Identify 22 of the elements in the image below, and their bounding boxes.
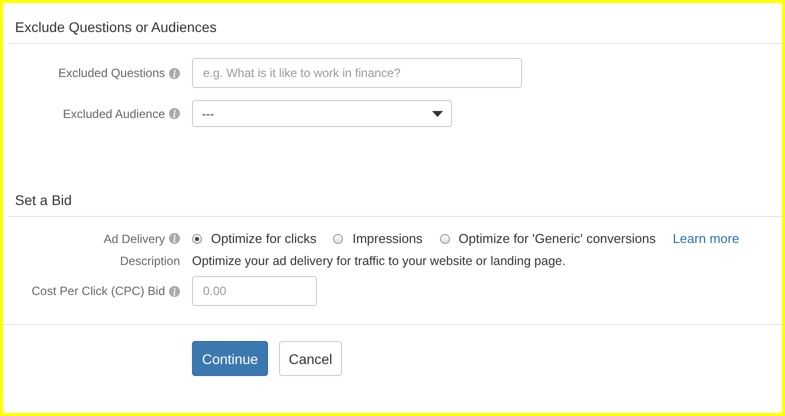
field-label: Description [120, 254, 180, 268]
info-icon [169, 286, 180, 296]
field-label: Excluded Audience [62, 106, 165, 120]
field-label: Ad Delivery [104, 232, 165, 246]
continue-button[interactable]: Continue [192, 341, 268, 376]
info-icon [169, 233, 180, 244]
dropdown[interactable]: --- [192, 100, 452, 127]
section-title: Exclude Questions or Audiences [15, 19, 218, 35]
description-text: Optimize your ad delivery for traffic to your website or landing page. [192, 254, 566, 268]
caret-icon [432, 110, 443, 116]
learn-more-link[interactable]: Learn more [672, 231, 740, 246]
section-title: Set a Bid [15, 192, 73, 208]
field-label: Excluded Questions [58, 66, 165, 80]
field-label: Cost Per Click (CPC) Bid [32, 284, 165, 298]
info-icon [169, 68, 180, 78]
radio-option[interactable]: Optimize for clicks [192, 231, 316, 246]
text-input[interactable]: e.g. What is it like to work in finance? [192, 58, 522, 88]
text-input[interactable]: 0.00 [192, 276, 317, 306]
cancel-button[interactable]: Cancel [279, 341, 342, 376]
radio-option[interactable]: Impressions [333, 231, 423, 246]
info-icon [169, 108, 180, 119]
radio-option[interactable]: Optimize for 'Generic' conversions [440, 231, 656, 246]
